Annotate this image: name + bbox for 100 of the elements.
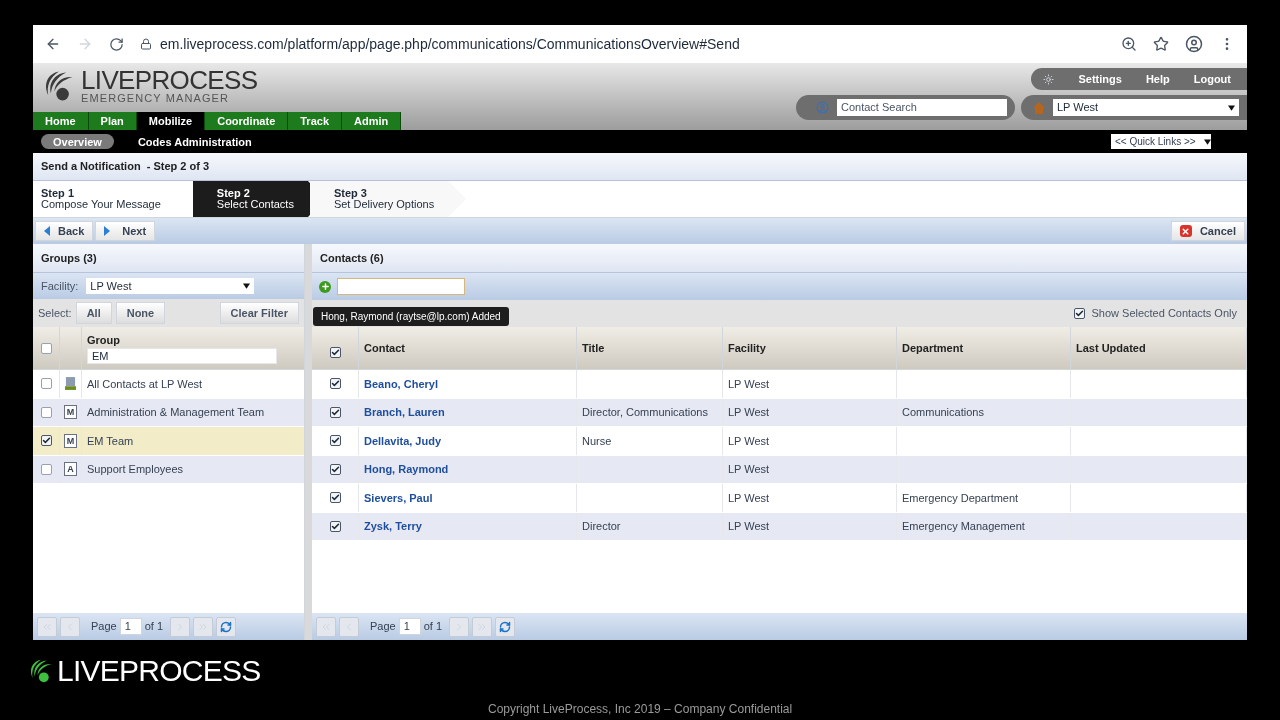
group-name: EM Team <box>86 433 135 449</box>
panel-title: Contacts (6) <box>320 250 384 266</box>
select-label: Select: <box>38 305 72 321</box>
table-cell-text: LP West <box>728 519 770 534</box>
select-button[interactable]: All <box>75 302 112 324</box>
column-header[interactable]: Facility <box>728 339 766 357</box>
group-type-icon: M <box>64 433 77 448</box>
cancel-button[interactable]: Cancel <box>1170 221 1245 241</box>
page-field[interactable]: 1 <box>398 618 421 635</box>
left-triangle-icon <box>44 226 50 236</box>
column-header[interactable]: Department <box>902 339 964 357</box>
back-icon[interactable] <box>45 36 61 52</box>
table-cell-text: LP West <box>728 490 770 506</box>
group-row[interactable]: A Support Employees <box>33 455 304 484</box>
checkbox[interactable] <box>1074 308 1086 319</box>
nav-tab[interactable]: Track <box>288 112 342 130</box>
contact-search-icon <box>816 101 829 114</box>
table-cell-text: LP West <box>728 376 770 392</box>
nav-tab[interactable]: Home <box>33 112 89 130</box>
bookmark-icon[interactable] <box>1153 36 1169 52</box>
next-button[interactable]: Next <box>95 221 156 241</box>
checkbox[interactable] <box>40 463 52 475</box>
building-icon <box>65 377 76 391</box>
contact-link[interactable]: Branch, Lauren <box>364 404 445 421</box>
show-selected-label: Show Selected Contacts Only <box>1091 306 1237 322</box>
nav-tab[interactable]: Plan <box>88 112 137 130</box>
table-cell-text: Emergency Management <box>902 519 1025 534</box>
table-cell-text: Director, Communications <box>582 405 708 420</box>
back-button[interactable]: Back <box>35 221 94 241</box>
table-cell-text: LP West <box>728 462 770 477</box>
settings-icon[interactable] <box>1043 73 1055 85</box>
contact-link[interactable]: Dellavita, Judy <box>364 432 442 449</box>
checkbox[interactable] <box>40 406 52 418</box>
column-header: Group <box>87 332 121 348</box>
nav-tab[interactable]: Coordinate <box>205 112 289 130</box>
subnav-tab[interactable]: Codes Administration <box>125 134 264 149</box>
group-row[interactable]: M Administration & Management Team <box>33 398 304 427</box>
facility-select[interactable]: LP West <box>86 278 255 294</box>
header-link[interactable]: Logout <box>1193 70 1231 88</box>
select-all-checkbox[interactable] <box>329 346 341 358</box>
group-type-icon: M <box>64 405 77 420</box>
reload-icon[interactable] <box>109 36 124 52</box>
footer-logo: LIVEPROCESS <box>57 656 261 686</box>
contact-search-field[interactable]: Contact Search <box>837 99 1007 116</box>
checkbox[interactable] <box>329 492 341 504</box>
column-header[interactable]: Title <box>582 339 605 357</box>
right-triangle-icon <box>104 226 111 236</box>
caret-icon <box>243 283 251 289</box>
close-icon <box>1179 225 1192 237</box>
checkbox[interactable] <box>329 463 341 475</box>
group-name: Administration & Management Team <box>86 405 266 420</box>
table-cell-text: Communications <box>902 405 984 420</box>
select-all-checkbox[interactable] <box>40 342 52 354</box>
group-type-icon: A <box>64 462 77 477</box>
logo-wordmark: LIVEPROCESS <box>81 67 258 93</box>
tooltip: Hong, Raymond (raytse@lp.com) Added <box>313 307 509 326</box>
checkbox[interactable] <box>329 378 341 390</box>
refresh-icon[interactable] <box>495 616 516 637</box>
wizard-step: Step 3 Set Delivery Options <box>309 181 467 217</box>
contact-link[interactable]: Hong, Raymond <box>364 461 449 478</box>
header-link[interactable]: Help <box>1145 70 1170 88</box>
table-cell-text: Director <box>582 519 621 534</box>
table-cell-text: LP West <box>728 405 770 420</box>
quick-links-select[interactable]: << Quick Links >> <box>1111 134 1211 149</box>
group-name: Support Employees <box>86 462 184 477</box>
select-button[interactable]: None <box>115 302 166 324</box>
home-icon <box>1033 101 1045 114</box>
page-field[interactable]: 1 <box>119 618 142 635</box>
caret-icon <box>1228 104 1235 111</box>
header-link[interactable]: Settings <box>1078 70 1122 88</box>
nav-tab[interactable]: Mobilize <box>136 112 206 130</box>
nav-tab[interactable]: Admin <box>342 112 402 130</box>
contact-link[interactable]: Sievers, Paul <box>364 489 433 506</box>
address-bar[interactable]: em.liveprocess.com/platform/app/page.php/communications/CommunicationsOverview#Send <box>160 33 740 55</box>
group-filter-field[interactable]: EM <box>87 348 277 365</box>
refresh-icon[interactable] <box>216 616 237 637</box>
facility-select[interactable]: LP West <box>1053 99 1239 116</box>
table-cell-text: LP West <box>728 433 770 449</box>
add-icon[interactable] <box>319 280 331 293</box>
clear-filter-button[interactable]: Clear Filter <box>219 302 299 324</box>
group-row[interactable]: M EM Team <box>33 427 304 456</box>
checkbox[interactable] <box>40 378 52 390</box>
subnav-tab[interactable]: Overview <box>41 134 114 149</box>
checkbox[interactable] <box>329 435 341 447</box>
page-title: Send a Notification - Step 2 of 3 <box>41 159 210 175</box>
group-name: All Contacts at LP West <box>86 376 204 392</box>
contact-link[interactable]: Beano, Cheryl <box>364 375 438 392</box>
logo-tagline: EMERGENCY MANAGER <box>81 93 231 104</box>
zoom-icon[interactable] <box>1121 36 1137 52</box>
lock-icon <box>140 38 152 50</box>
column-header[interactable]: Last Updated <box>1076 339 1146 357</box>
account-icon[interactable] <box>1185 35 1203 53</box>
copyright: Copyright LiveProcess, Inc 2019 – Company Confidential <box>488 701 793 718</box>
checkbox[interactable] <box>329 406 341 418</box>
add-contact-field[interactable] <box>337 278 465 295</box>
checkbox[interactable] <box>329 520 341 532</box>
column-header[interactable]: Contact <box>364 339 405 357</box>
page-label: Page <box>91 619 117 635</box>
contact-link[interactable]: Zysk, Terry <box>364 518 422 535</box>
checkbox[interactable] <box>40 435 52 447</box>
